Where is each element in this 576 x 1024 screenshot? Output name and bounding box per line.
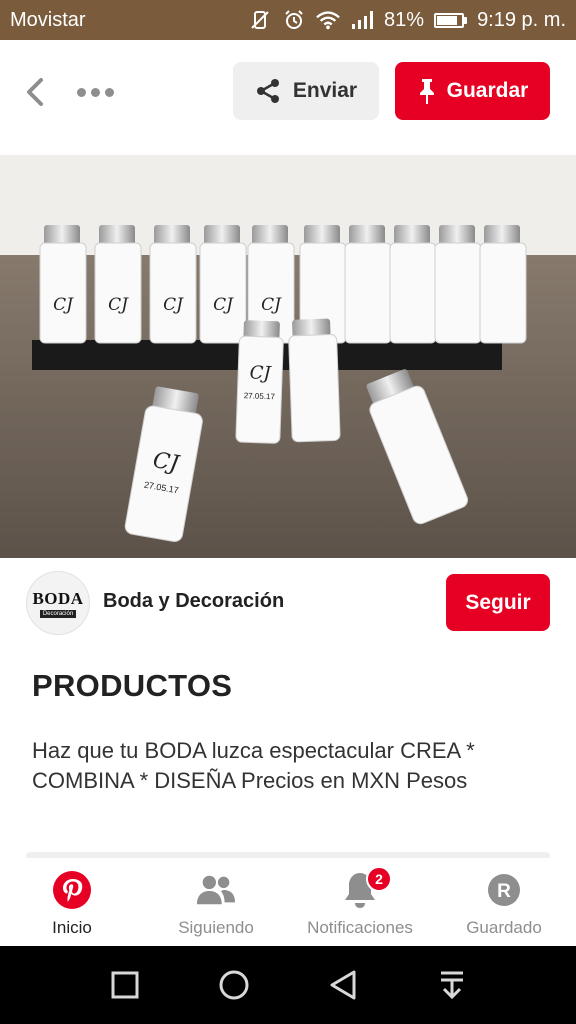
avatar-text: BODA: [32, 588, 84, 608]
svg-text:CJ: CJ: [163, 295, 184, 315]
lighter: [389, 225, 437, 344]
svg-text:CJ: CJ: [108, 295, 129, 315]
dot-icon: [76, 87, 86, 97]
nav-home[interactable]: Inicio: [0, 858, 144, 946]
lighter: CJ: [199, 225, 247, 344]
wifi-icon: [316, 8, 340, 32]
dot-icon: [104, 87, 114, 97]
pushpin-icon: [419, 79, 434, 104]
nav-following[interactable]: Siguiendo: [144, 858, 288, 946]
lighter: [479, 225, 527, 344]
pin-author-row: BODA Decoración Boda y Decoración Seguir: [0, 558, 576, 648]
lighters-photo: CJ CJ CJ CJ CJ CJ 27.05.17 CJ 27.05.17: [0, 155, 576, 558]
send-label: Enviar: [292, 79, 358, 102]
author-avatar[interactable]: BODA Decoración: [26, 571, 90, 635]
save-button[interactable]: Guardar: [395, 62, 550, 120]
svg-text:CJ: CJ: [261, 295, 282, 315]
lighter: [344, 225, 392, 344]
follow-button[interactable]: Seguir: [446, 574, 550, 631]
pinterest-icon: [52, 870, 92, 910]
alarm-icon: [282, 8, 306, 32]
lighter: [434, 225, 482, 344]
svg-text:CJ: CJ: [53, 295, 74, 315]
chevron-left-icon: [27, 78, 43, 106]
nav-label: Inicio: [52, 918, 92, 937]
notification-pull-icon[interactable]: [432, 965, 472, 1005]
author-name[interactable]: Boda y Decoración: [103, 590, 284, 613]
lighter: CJ: [149, 225, 197, 344]
save-label: Guardar: [446, 79, 529, 102]
pin-title: PRODUCTOS: [32, 668, 233, 703]
home-icon[interactable]: [214, 965, 254, 1005]
nav-label: Siguiendo: [178, 918, 254, 937]
lighter: CJ: [94, 225, 142, 344]
share-icon: [256, 79, 279, 103]
carrier-name: Movistar: [10, 8, 86, 31]
battery-percent: 81%: [384, 8, 425, 31]
system-navigation-bar: [0, 946, 576, 1024]
dot-icon: [90, 87, 100, 97]
clock: 9:19 p. m.: [477, 8, 566, 31]
vibrate-off-icon: [248, 8, 272, 32]
pin-image[interactable]: CJ CJ CJ CJ CJ CJ 27.05.17 CJ 27.05.17: [0, 155, 576, 558]
nav-label: Guardado: [466, 918, 542, 937]
lighter-initials: CJ: [249, 362, 272, 384]
send-button[interactable]: Enviar: [233, 62, 379, 120]
battery-icon: [434, 12, 468, 28]
pin-action-bar: Enviar Guardar: [0, 40, 576, 155]
signal-icon: [350, 8, 374, 32]
back-triangle-icon[interactable]: [323, 965, 363, 1005]
pin-description: Haz que tu BODA luzca espectacular CREA …: [32, 738, 475, 793]
status-bar: Movistar 81% 9:19 p. m.: [0, 0, 576, 40]
nav-label: Notificaciones: [307, 918, 413, 937]
svg-text:R: R: [497, 881, 511, 902]
avatar-subtext: Decoración: [39, 609, 77, 618]
notification-badge: 2: [366, 866, 392, 892]
svg-text:CJ: CJ: [213, 295, 234, 315]
nav-saved[interactable]: R Guardado: [432, 858, 576, 946]
back-button[interactable]: [18, 75, 52, 109]
lighter: CJ: [39, 225, 87, 344]
recents-icon[interactable]: [105, 965, 145, 1005]
nav-notifications[interactable]: 2 Notificaciones: [288, 858, 432, 946]
lighter-date: 27.05.17: [244, 391, 276, 401]
people-icon: [196, 870, 236, 910]
bottom-navigation: Inicio Siguiendo 2 Notificaciones R Guar…: [0, 858, 576, 946]
more-options-button[interactable]: [72, 78, 118, 106]
profile-icon: R: [484, 870, 524, 910]
